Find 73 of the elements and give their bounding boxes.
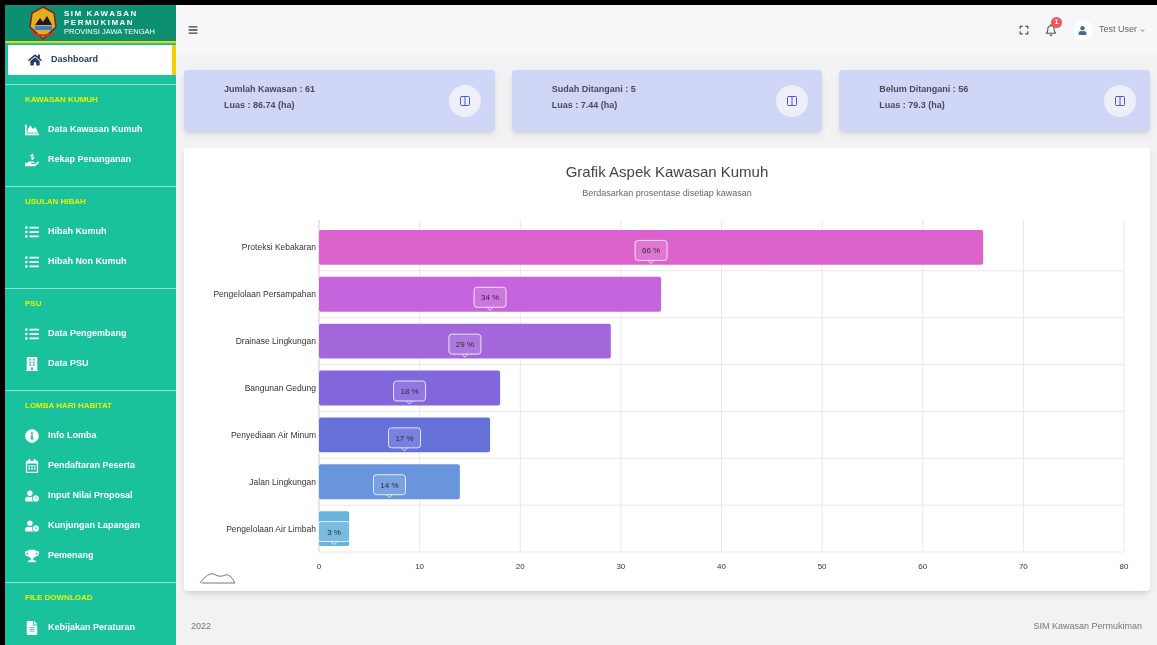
bar (319, 511, 350, 546)
sidebar-item[interactable]: Pemenang (5, 541, 176, 571)
stat-count: Jumlah Kawasan : 61 (224, 83, 317, 96)
category-label: Pengelolaan Persampahan (213, 289, 316, 300)
axis-tick-label: 40 (717, 562, 726, 571)
data-label: 34 % (473, 286, 507, 311)
stat-area: Luas : 79.3 (ha) (879, 98, 1104, 112)
chart-title: Grafik Aspek Kawasan Kumuh (565, 162, 769, 182)
axis-tick-label: 30 (616, 562, 626, 571)
data-label: 29 % (448, 333, 482, 358)
category-label: Pengelolaan Air Limbah (226, 523, 316, 534)
list-icon (25, 225, 39, 239)
hand-coin-icon (25, 153, 39, 167)
axis-tick-label: 0 (316, 562, 322, 571)
axis-tick-label: 70 (1018, 562, 1028, 571)
data-label: 3 % (317, 521, 351, 546)
user-avatar[interactable] (1073, 20, 1093, 40)
area-chart-icon (25, 123, 39, 137)
section-heading: PSU (25, 298, 42, 310)
sidebar-item[interactable]: Data PSU (5, 349, 176, 379)
section-heading: USULAN HIBAH (25, 196, 86, 208)
sidebar-item[interactable]: Info Lomba (5, 421, 176, 451)
axis-tick-label: 60 (918, 562, 928, 571)
category-label: Drainase Lingkungan (235, 336, 316, 347)
fullscreen-icon[interactable] (1019, 25, 1029, 35)
sidebar-item[interactable]: Dashboard (8, 45, 172, 75)
building-icon (25, 357, 39, 371)
brand-title: SIM KAWASAN (64, 10, 139, 18)
sidebar-item[interactable]: Hibah Kumuh (5, 217, 176, 247)
footer-year: 2022 (191, 620, 212, 633)
emblem-logo (26, 5, 60, 41)
section-heading: FILE DOWNLOAD (25, 592, 93, 604)
section-heading: LOMBA HARI HABITAT (25, 400, 112, 412)
category-label: Penyediaan Air Minum (230, 429, 316, 440)
data-label: 17 % (388, 427, 422, 452)
user-name[interactable]: Test User (1099, 23, 1137, 37)
trophy-icon (25, 549, 39, 563)
axis-tick-label: 50 (817, 562, 827, 571)
axis-tick-label: 20 (515, 562, 525, 571)
wave-icon (199, 573, 236, 584)
sidebar-item[interactable]: Pendaftaran Peserta (5, 451, 176, 481)
data-label: 18 % (393, 380, 427, 405)
section-heading: KAWASAN KUMUH (25, 94, 98, 106)
sidebar-item[interactable]: Input Nilai Proposal (5, 481, 176, 511)
sidebar-item[interactable]: Rekap Penanganan (5, 145, 176, 175)
category-label: Proteksi Kebakaran (241, 242, 316, 253)
menu-icon[interactable] (188, 25, 198, 35)
footer-app-name: SIM Kawasan Permukiman (1033, 620, 1142, 633)
category-label: Bangunan Gedung (244, 383, 316, 393)
house-icon (28, 53, 42, 67)
sidebar-item[interactable]: Hibah Non Kumuh (5, 247, 176, 277)
brand-subtitle: PERMUKIMAN (64, 19, 136, 27)
axis-tick-label: 80 (1119, 562, 1129, 571)
sidebar-item[interactable]: Data Kawasan Kumuh (5, 115, 176, 145)
category-label: Jalan Lingkungan (249, 476, 316, 487)
data-label: 14 % (372, 474, 406, 499)
list-icon (25, 255, 39, 269)
sidebar-item[interactable]: Kunjungan Lapangan (5, 511, 176, 541)
user-clock-icon (25, 489, 39, 503)
file-icon (25, 621, 39, 635)
stat-count: Belum Ditangani : 56 (879, 83, 970, 96)
axis-tick-label: 10 (415, 562, 425, 571)
list-icon (25, 327, 39, 341)
stat-area: Luas : 86.74 (ha) (224, 98, 449, 112)
stat-count: Sudah Ditangani : 5 (551, 83, 637, 96)
info-icon (25, 429, 39, 443)
chart-subtitle: Berdasarkan prosentase disetiap kawasan (582, 186, 752, 200)
stat-area: Luas : 7.44 (ha) (551, 98, 777, 112)
calendar-icon (25, 459, 39, 473)
sidebar-item[interactable]: Data Pengembang (5, 319, 176, 349)
sidebar-item[interactable]: Kebijakan Peraturan (5, 613, 176, 643)
user-clock-icon (25, 519, 39, 533)
data-label: 66 % (634, 239, 668, 264)
